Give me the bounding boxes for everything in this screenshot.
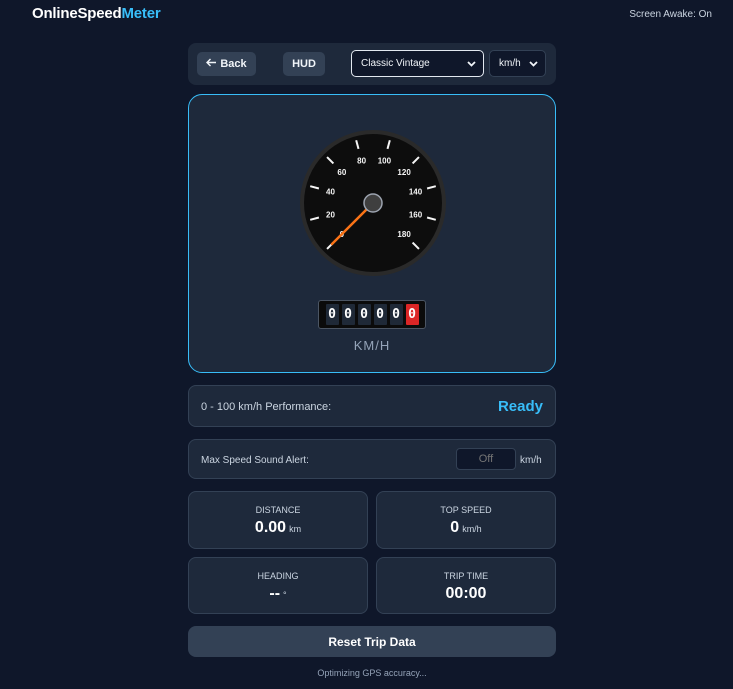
theme-select[interactable]: Classic Vintage: [351, 50, 484, 77]
app-header: OnlineSpeedMeter Screen Awake: On: [0, 0, 733, 30]
distance-value: 0.00: [254, 519, 287, 536]
hud-button[interactable]: HUD: [283, 52, 325, 76]
speedometer-card: 0 20 40 60 80 100 120 140 160 180 000000 KM/H: [188, 94, 556, 373]
distance-label: Distance: [255, 505, 301, 515]
heading-label: Heading: [257, 571, 299, 581]
theme-select-value: Classic Vintage: [361, 58, 430, 69]
odometer-digit: 0: [389, 304, 403, 325]
chevron-down-icon: [466, 58, 477, 72]
top-speed-unit: km/h: [462, 524, 482, 534]
gauge-tick-label: 60: [337, 168, 346, 177]
reset-trip-button[interactable]: Reset Trip Data: [188, 626, 556, 657]
trip-time-stat: Trip Time 00:00: [376, 557, 556, 614]
chevron-down-icon: [528, 58, 539, 72]
top-speed-value: 0: [450, 519, 460, 536]
performance-status: Ready: [497, 398, 543, 415]
trip-time-value: 00:00: [445, 585, 487, 602]
gauge-hub: [363, 193, 383, 213]
gauge-tick-label: 140: [409, 188, 423, 197]
heading-value-row: -- °: [189, 585, 367, 603]
odometer-digit: 0: [357, 304, 371, 325]
gauge-tick-label: 120: [397, 168, 411, 177]
odometer: 000000: [318, 300, 426, 329]
heading-value: --: [269, 585, 281, 602]
distance-value-row: 0.00 km: [189, 519, 367, 537]
top-speed-value-row: 0 km/h: [377, 519, 555, 537]
trip-time-label: Trip Time: [443, 571, 489, 581]
top-speed-stat: Top Speed 0 km/h: [376, 491, 556, 549]
speedometer-gauge: 020406080100120140160180: [300, 130, 446, 276]
back-button-label: Back: [220, 58, 247, 70]
gauge-tick-label: 40: [326, 188, 335, 197]
toolbar: Back HUD Classic Vintage km/h: [188, 43, 556, 85]
odometer-digit: 0: [405, 304, 419, 325]
speed-unit-label: KM/H: [353, 338, 391, 353]
gauge-tick-label: 100: [378, 156, 392, 165]
performance-label: 0 - 100 km/h Performance:: [201, 401, 332, 413]
unit-select[interactable]: km/h: [489, 50, 546, 77]
logo-text-accent: Meter: [121, 5, 161, 22]
speed-alert-card: Max Speed Sound Alert: km/h: [188, 439, 556, 479]
gauge-tick-label: 160: [409, 210, 423, 219]
odometer-digit: 0: [373, 304, 387, 325]
logo-text-primary: OnlineSpeed: [32, 5, 122, 22]
top-speed-label: Top Speed: [440, 505, 492, 515]
unit-select-value: km/h: [499, 58, 521, 69]
heading-stat: Heading -- °: [188, 557, 368, 614]
performance-card: 0 - 100 km/h Performance: Ready: [188, 385, 556, 427]
gauge-tick-label: 20: [326, 210, 335, 219]
gauge-tick-label: 80: [357, 156, 366, 165]
arrow-left-icon: [206, 58, 217, 70]
heading-unit: °: [283, 590, 287, 600]
logo[interactable]: OnlineSpeedMeter: [32, 5, 161, 22]
speed-alert-unit: km/h: [520, 455, 542, 466]
speed-alert-label: Max Speed Sound Alert:: [201, 455, 309, 466]
odometer-digit: 0: [325, 304, 339, 325]
odometer-digit: 0: [341, 304, 355, 325]
distance-unit: km: [289, 524, 302, 534]
back-button[interactable]: Back: [197, 52, 256, 76]
screen-awake-status: Screen Awake: On: [629, 9, 712, 20]
trip-time-value-row: 00:00: [377, 585, 555, 603]
gps-status: Optimizing GPS accuracy...: [317, 668, 427, 678]
distance-stat: Distance 0.00 km: [188, 491, 368, 549]
gauge-tick-label: 180: [397, 230, 411, 239]
max-speed-input[interactable]: [456, 448, 516, 470]
